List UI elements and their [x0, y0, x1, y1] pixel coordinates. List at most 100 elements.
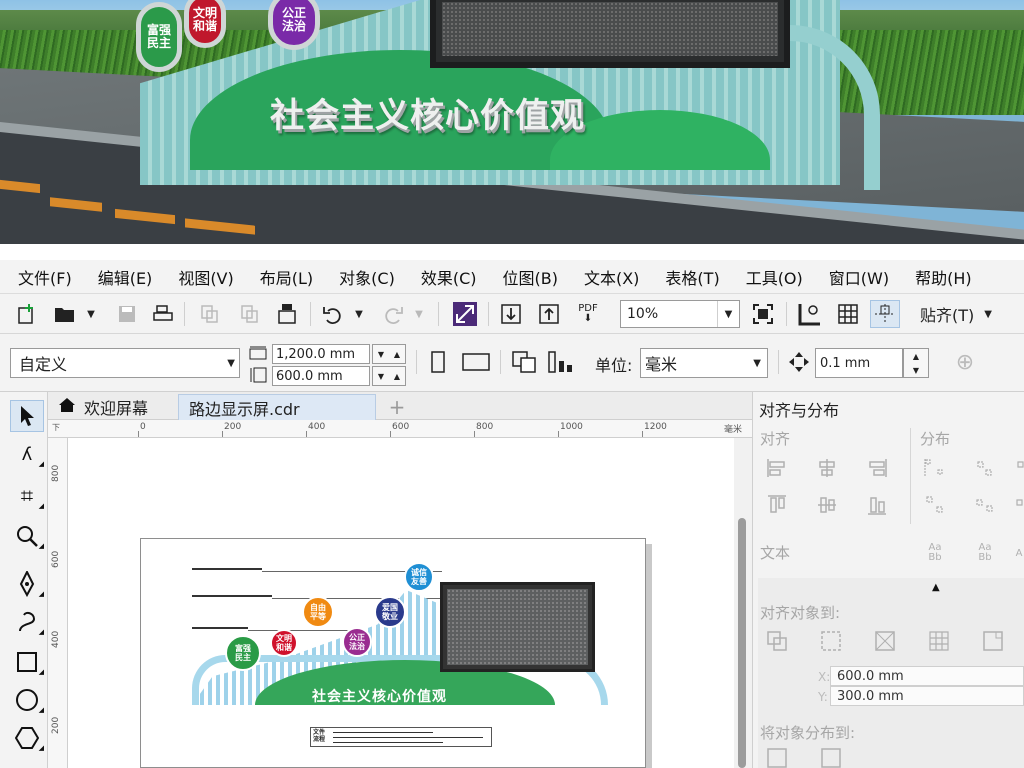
chevron-down-icon[interactable]: ▼ — [352, 300, 366, 328]
tab-document[interactable]: 路边显示屏.cdr — [178, 394, 376, 420]
y-coordinate-input[interactable]: 300.0 mm — [830, 686, 1024, 706]
grid-icon[interactable] — [834, 300, 862, 328]
menu-item[interactable]: 效果(C) — [421, 265, 477, 289]
publish-pdf-icon[interactable] — [274, 300, 300, 328]
vertical-ruler[interactable]: 800 600 400 200 — [48, 438, 68, 768]
design-led-screen[interactable] — [440, 582, 595, 672]
horizontal-ruler[interactable]: 下 毫米 0 200 400 600 800 1000 1200 — [48, 420, 752, 438]
units-select[interactable]: 毫米 ▼ — [640, 348, 768, 378]
chevron-down-icon[interactable]: ▼ — [84, 300, 98, 328]
guidelines-icon[interactable] — [870, 300, 900, 328]
import-arrow-icon[interactable] — [498, 300, 524, 328]
save-icon[interactable] — [114, 300, 140, 328]
nudge-distance-input[interactable]: 0.1 mm — [815, 348, 903, 378]
distribute-top-icon[interactable] — [922, 492, 948, 518]
pdf-icon[interactable]: PDF ⬇ — [574, 300, 602, 328]
full-screen-icon[interactable] — [750, 300, 776, 328]
page-height-input[interactable]: 600.0 mm — [272, 366, 370, 386]
width-spinner[interactable]: ▼ ▲ — [372, 344, 406, 364]
distribute-right-icon[interactable] — [1014, 455, 1024, 481]
menu-item[interactable]: 文本(X) — [584, 265, 639, 289]
align-to-page-center-icon[interactable] — [872, 628, 898, 654]
value-circle[interactable]: 自由 平等 — [302, 596, 334, 628]
add-tab-icon[interactable]: + — [384, 394, 410, 420]
page-width-input[interactable]: 1,200.0 mm — [272, 344, 370, 364]
add-icon[interactable]: ⊕ — [950, 348, 980, 376]
text-more-icon[interactable]: A — [1014, 540, 1024, 566]
all-pages-icon[interactable] — [510, 348, 538, 376]
text-section-label: 文本 — [760, 544, 791, 562]
distribute-center-icon[interactable] — [972, 455, 998, 481]
import-icon[interactable] — [196, 300, 222, 328]
align-center-vertical-icon[interactable] — [814, 492, 840, 518]
export-arrow-icon[interactable] — [536, 300, 562, 328]
zoom-tool-icon[interactable]: ◢ — [10, 520, 44, 552]
value-circle[interactable]: 文明 和谐 — [270, 629, 298, 657]
height-spinner[interactable]: ▼ ▲ — [372, 366, 406, 386]
align-center-horizontal-icon[interactable] — [814, 455, 840, 481]
distribute-to-page-icon[interactable] — [818, 748, 844, 768]
align-left-icon[interactable] — [764, 455, 790, 481]
redo-icon[interactable] — [380, 300, 406, 328]
menu-item[interactable]: 位图(B) — [503, 265, 558, 289]
x-coordinate-input[interactable]: 600.0 mm — [830, 666, 1024, 686]
distribute-middle-icon[interactable] — [972, 492, 998, 518]
align-to-grid-icon[interactable] — [926, 628, 952, 654]
nudge-spinner[interactable]: ▲ ▼ — [903, 348, 929, 378]
design-label-box[interactable]: 文件 流程 — [310, 727, 492, 747]
collapse-arrow-icon[interactable]: ▲ — [932, 582, 940, 593]
vertical-scrollbar[interactable] — [734, 438, 752, 768]
current-page-icon[interactable] — [546, 348, 576, 376]
distribute-to-selection-icon[interactable] — [764, 748, 790, 768]
new-doc-icon[interactable] — [14, 300, 40, 328]
artistic-media-tool-icon[interactable]: ◢ — [10, 606, 44, 638]
align-bottom-icon[interactable] — [864, 492, 890, 518]
menu-item[interactable]: 视图(V) — [178, 265, 233, 289]
design-slogan[interactable]: 社会主义核心价值观 — [312, 686, 447, 706]
menu-item[interactable]: 工具(O) — [746, 265, 803, 289]
ellipse-tool-icon[interactable]: ◢ — [10, 684, 44, 716]
value-circle[interactable]: 富强 民主 — [225, 635, 261, 671]
scrollbar-thumb[interactable] — [738, 518, 746, 768]
menu-item[interactable]: 布局(L) — [260, 265, 313, 289]
chevron-down-icon[interactable]: ▼ — [412, 300, 426, 328]
shape-tool-icon[interactable]: ʎ ◢ — [10, 438, 44, 470]
snap-to-menu[interactable]: 贴齐(T) ▼ — [920, 300, 992, 328]
align-to-point-icon[interactable] — [980, 628, 1006, 654]
rulers-icon[interactable] — [796, 300, 826, 328]
menu-item[interactable]: 文件(F) — [18, 265, 72, 289]
export-icon[interactable] — [236, 300, 262, 328]
menu-item[interactable]: 窗口(W) — [829, 265, 889, 289]
value-circle[interactable]: 公正 法治 — [342, 627, 372, 657]
menu-item[interactable]: 帮助(H) — [915, 265, 972, 289]
rectangle-tool-icon[interactable]: ◢ — [10, 646, 44, 678]
app-launcher-icon[interactable] — [452, 300, 478, 328]
landscape-icon[interactable] — [460, 348, 492, 376]
nudge-distance-icon — [786, 348, 812, 376]
zoom-level-select[interactable]: 10% ▼ — [620, 300, 740, 328]
distribute-bottom-icon[interactable] — [1014, 492, 1024, 518]
polygon-tool-icon[interactable]: ◢ — [10, 722, 44, 754]
menu-item[interactable]: 对象(C) — [339, 265, 395, 289]
portrait-icon[interactable] — [426, 348, 450, 376]
freehand-tool-icon[interactable]: ◢ — [10, 568, 44, 600]
crop-tool-icon[interactable]: ⌗ ◢ — [10, 480, 44, 512]
align-top-icon[interactable] — [764, 492, 790, 518]
align-right-icon[interactable] — [864, 455, 890, 481]
text-baseline-icon[interactable]: Aa Bb — [922, 540, 948, 566]
open-folder-icon[interactable] — [52, 300, 78, 328]
text-bbox-icon[interactable]: Aa Bb — [972, 540, 998, 566]
menu-item[interactable]: 表格(T) — [665, 265, 719, 289]
tab-welcome-screen[interactable]: 欢迎屏幕 — [48, 394, 178, 420]
align-to-page-edge-icon[interactable] — [818, 628, 844, 654]
menu-item[interactable]: 编辑(E) — [98, 265, 153, 289]
pick-tool-icon[interactable] — [10, 400, 44, 432]
distribute-left-icon[interactable] — [922, 455, 948, 481]
value-circle[interactable]: 爱国 敬业 — [374, 596, 406, 628]
undo-icon[interactable] — [320, 300, 346, 328]
align-to-active-objects-icon[interactable] — [764, 628, 790, 654]
ruler-tick — [558, 431, 559, 437]
value-circle[interactable]: 诚信 友善 — [404, 562, 434, 592]
page-preset-select[interactable]: 自定义 ▼ — [10, 348, 240, 378]
print-icon[interactable] — [150, 300, 176, 328]
